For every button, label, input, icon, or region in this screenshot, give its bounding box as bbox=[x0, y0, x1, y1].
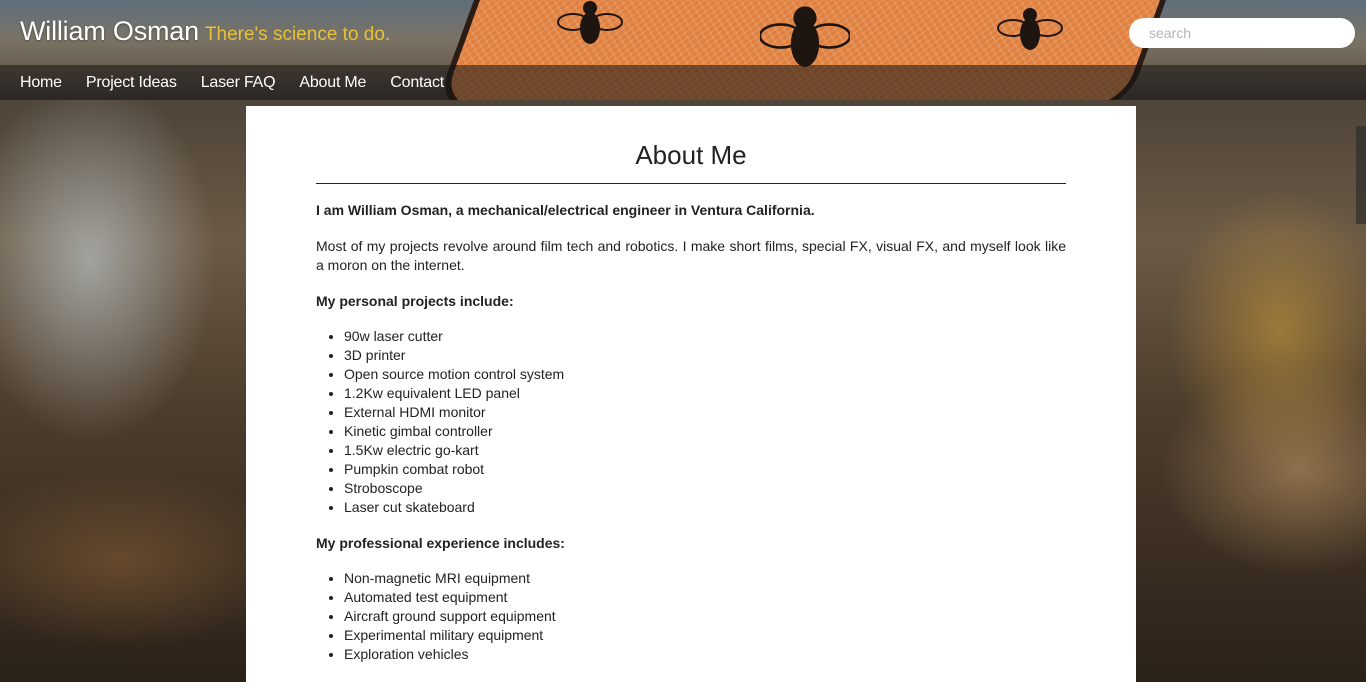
list-item: 3D printer bbox=[344, 346, 1066, 365]
nav-item-about-me[interactable]: About Me bbox=[299, 74, 366, 92]
nav-item-project-ideas[interactable]: Project Ideas bbox=[86, 74, 177, 92]
site-title[interactable]: William Osman bbox=[20, 16, 199, 46]
list-item: Experimental military equipment bbox=[344, 626, 1066, 645]
list-item: 1.5Kw electric go-kart bbox=[344, 441, 1066, 460]
nav-item-laser-faq[interactable]: Laser FAQ bbox=[201, 74, 276, 92]
nav-item-home[interactable]: Home bbox=[20, 74, 62, 92]
bee-icon bbox=[997, 8, 1063, 50]
list-item: Laser cut skateboard bbox=[344, 498, 1066, 517]
bee-icon bbox=[557, 1, 623, 44]
list-item: 1.2Kw equivalent LED panel bbox=[344, 384, 1066, 403]
site-tagline: There's science to do. bbox=[204, 24, 391, 45]
page-title: About Me bbox=[316, 140, 1066, 184]
list-item: 90w laser cutter bbox=[344, 327, 1066, 346]
list-item: Stroboscope bbox=[344, 479, 1066, 498]
list-item: Non-magnetic MRI equipment bbox=[344, 569, 1066, 588]
intro-text: I am William Osman, a mechanical/electri… bbox=[316, 202, 815, 218]
search-input[interactable] bbox=[1129, 18, 1355, 48]
list-item: Open source motion control system bbox=[344, 365, 1066, 384]
list-item: Exploration vehicles bbox=[344, 645, 1066, 664]
main-nav: Home Project Ideas Laser FAQ About Me Co… bbox=[0, 65, 1366, 100]
list-item: Kinetic gimbal controller bbox=[344, 422, 1066, 441]
site-header: William OsmanThere's science to do. Home… bbox=[0, 0, 1366, 100]
list-item: Automated test equipment bbox=[344, 588, 1066, 607]
content-panel: About Me I am William Osman, a mechanica… bbox=[246, 106, 1136, 682]
side-tab[interactable] bbox=[1356, 126, 1366, 224]
list-item: External HDMI monitor bbox=[344, 403, 1066, 422]
professional-experience-list: Non-magnetic MRI equipment Automated tes… bbox=[316, 569, 1066, 664]
list-item: Pumpkin combat robot bbox=[344, 460, 1066, 479]
nav-item-contact[interactable]: Contact bbox=[390, 74, 444, 92]
site-brand[interactable]: William Osman There's science to do. bbox=[20, 16, 390, 47]
professional-experience-heading: My professional experience includes: bbox=[316, 535, 565, 551]
list-item: Aircraft ground support equipment bbox=[344, 607, 1066, 626]
personal-projects-heading: My personal projects include: bbox=[316, 293, 514, 309]
personal-projects-list: 90w laser cutter 3D printer Open source … bbox=[316, 327, 1066, 517]
description-text: Most of my projects revolve around film … bbox=[316, 238, 1066, 273]
